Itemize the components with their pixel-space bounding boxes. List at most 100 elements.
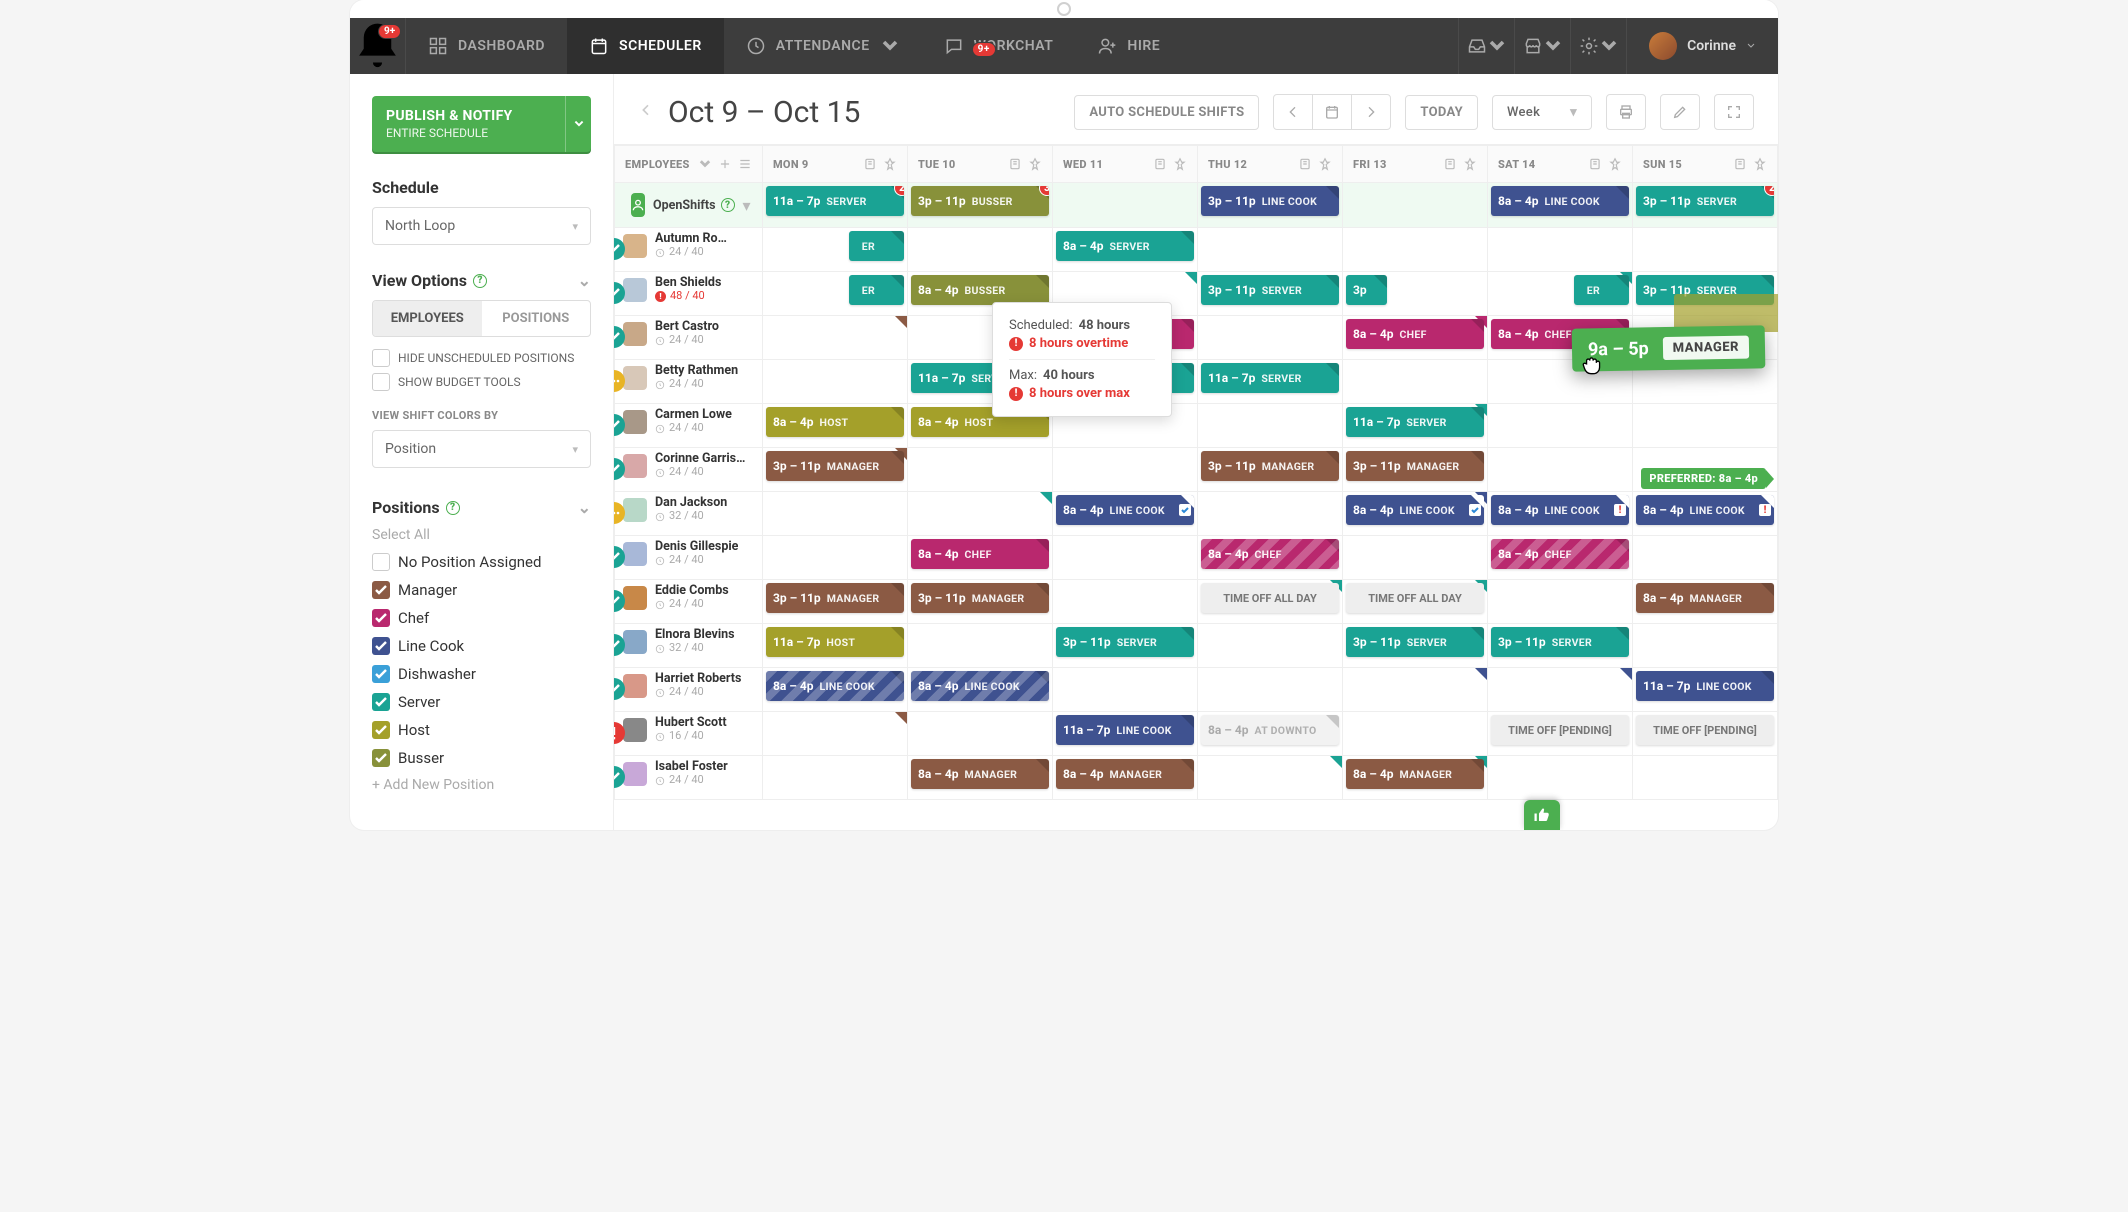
position-filter[interactable]: Busser <box>372 749 591 767</box>
shift-block[interactable]: 8a – 4pAT DOWNTO <box>1201 715 1339 745</box>
employee-cell[interactable]: Betty Rathmen 24 / 40 <box>615 360 763 404</box>
day-header[interactable]: WED 11 <box>1053 146 1198 183</box>
shift-block[interactable]: 8a – 4pMANAGER <box>1636 583 1774 613</box>
today-button[interactable]: TODAY <box>1405 95 1478 130</box>
nav-scheduler[interactable]: SCHEDULER <box>567 18 724 74</box>
pin-icon[interactable] <box>1318 157 1332 171</box>
menu-icon[interactable] <box>738 157 752 171</box>
shift-block[interactable]: 3p – 11pMANAGER <box>766 583 904 613</box>
day-cell[interactable]: 8a – 4pMANAGER <box>908 756 1053 800</box>
day-cell[interactable] <box>1053 580 1198 624</box>
day-cell[interactable]: 3p – 11pSERVER2 <box>1633 183 1778 228</box>
shift-block[interactable]: 8a – 4pLINE COOK <box>1346 495 1484 525</box>
day-cell[interactable] <box>1488 448 1633 492</box>
nav-workchat[interactable]: 9+WORKCHAT <box>922 18 1076 74</box>
pin-icon[interactable] <box>1608 157 1622 171</box>
day-cell[interactable] <box>1198 756 1343 800</box>
print-button[interactable] <box>1606 94 1646 130</box>
day-cell[interactable]: 3p <box>1343 272 1488 316</box>
day-cell[interactable]: 3p – 11pMANAGER <box>908 580 1053 624</box>
day-cell[interactable]: 3p – 11pLINE COOK <box>1198 183 1343 228</box>
shift-block[interactable]: 3p – 11pSERVER <box>1491 627 1629 657</box>
day-cell[interactable]: 8a – 4pHOST <box>763 404 908 448</box>
timeoff-block[interactable]: TIME OFF [PENDING] <box>1636 715 1774 745</box>
note-icon[interactable] <box>1298 157 1312 171</box>
day-cell[interactable] <box>908 492 1053 536</box>
employee-cell[interactable]: Dan Jackson 32 / 40 <box>615 492 763 536</box>
day-cell[interactable] <box>908 712 1053 756</box>
day-cell[interactable]: ER <box>1488 272 1633 316</box>
day-cell[interactable] <box>1343 668 1488 712</box>
day-cell[interactable] <box>1343 536 1488 580</box>
nav-attendance[interactable]: ATTENDANCE <box>724 18 922 74</box>
shift-block[interactable]: 8a – 4pBUSSER <box>911 275 1049 305</box>
day-cell[interactable]: 3p – 11pBUSSER3 <box>908 183 1053 228</box>
day-cell[interactable]: TIME OFF [PENDING] <box>1633 712 1778 756</box>
day-cell[interactable]: 3p – 11pSERVER <box>1343 624 1488 668</box>
day-cell[interactable]: 8a – 4pLINE COOK <box>1343 492 1488 536</box>
shift-block[interactable]: 3p – 11pSERVER <box>1346 627 1484 657</box>
day-cell[interactable]: TIME OFF ALL DAY <box>1198 580 1343 624</box>
employee-cell[interactable]: Hubert Scott 16 / 40 <box>615 712 763 756</box>
day-cell[interactable]: 8a – 4pCHEF <box>1198 536 1343 580</box>
day-cell[interactable]: 3p – 11pSERVER <box>1488 624 1633 668</box>
day-cell[interactable]: 3p – 11pMANAGER <box>763 580 908 624</box>
day-cell[interactable] <box>1198 316 1343 360</box>
day-cell[interactable] <box>1343 228 1488 272</box>
day-cell[interactable] <box>763 712 908 756</box>
day-cell[interactable] <box>1488 668 1633 712</box>
day-cell[interactable]: 8a – 4pMANAGER <box>1633 580 1778 624</box>
day-cell[interactable]: 8a – 4pCHEF <box>1488 536 1633 580</box>
shift-block[interactable]: 8a – 4pHOST <box>766 407 904 437</box>
shift-block[interactable]: 3p – 11pBUSSER3 <box>911 186 1049 216</box>
employee-cell[interactable]: Carmen Lowe 24 / 40 <box>615 404 763 448</box>
day-cell[interactable]: 8a – 4pCHEF <box>908 536 1053 580</box>
note-icon[interactable] <box>863 157 877 171</box>
shift-block[interactable]: 8a – 4pCHEF <box>1491 539 1629 569</box>
position-filter[interactable]: No Position Assigned <box>372 553 591 571</box>
employee-cell[interactable]: Bert Castro 24 / 40 <box>615 316 763 360</box>
position-filter[interactable]: Manager <box>372 581 591 599</box>
store-button[interactable] <box>1514 18 1570 74</box>
option-checkbox[interactable]: HIDE UNSCHEDULED POSITIONS <box>372 349 591 367</box>
shift-block[interactable]: 8a – 4pLINE COOK <box>1056 495 1194 525</box>
day-cell[interactable]: 3p – 11pMANAGER <box>1343 448 1488 492</box>
option-checkbox[interactable]: SHOW BUDGET TOOLS <box>372 373 591 391</box>
day-header[interactable]: SAT 14 <box>1488 146 1633 183</box>
day-cell[interactable] <box>763 536 908 580</box>
calendar-picker-button[interactable] <box>1312 94 1352 130</box>
positions-section-title[interactable]: Positions? ⌄ <box>372 498 591 517</box>
back-button[interactable] <box>638 102 654 122</box>
day-cell[interactable] <box>1633 536 1778 580</box>
day-cell[interactable] <box>1198 624 1343 668</box>
user-menu[interactable]: Corinne <box>1626 18 1778 74</box>
shift-block[interactable]: 11a – 7pSERVER2 <box>766 186 904 216</box>
shift-block[interactable]: 11a – 7pLINE COOK <box>1056 715 1194 745</box>
day-cell[interactable]: 3p – 11pSERVER <box>1053 624 1198 668</box>
day-cell[interactable] <box>1053 668 1198 712</box>
fullscreen-button[interactable] <box>1714 94 1754 130</box>
day-cell[interactable]: 8a – 4pLINE COOK <box>1488 183 1633 228</box>
day-cell[interactable] <box>1053 448 1198 492</box>
day-cell[interactable]: TIME OFF [PENDING] <box>1488 712 1633 756</box>
day-cell[interactable]: 11a – 7pSERVER <box>1198 360 1343 404</box>
publish-notify-button[interactable]: PUBLISH & NOTIFY ENTIRE SCHEDULE <box>372 96 591 152</box>
day-header[interactable]: FRI 13 <box>1343 146 1488 183</box>
day-cell[interactable] <box>1488 580 1633 624</box>
day-cell[interactable] <box>1343 712 1488 756</box>
day-cell[interactable]: 8a – 4pLINE COOK <box>1053 492 1198 536</box>
pin-icon[interactable] <box>1753 157 1767 171</box>
day-cell[interactable]: 11a – 7pSERVER2 <box>763 183 908 228</box>
day-cell[interactable] <box>1633 404 1778 448</box>
employee-cell[interactable]: Isabel Foster 24 / 40 <box>615 756 763 800</box>
day-cell[interactable] <box>908 228 1053 272</box>
select-all-link[interactable]: Select All <box>372 527 591 543</box>
view-options-title[interactable]: View Options? ⌄ <box>372 271 591 290</box>
shift-block[interactable]: 3p – 11pMANAGER <box>911 583 1049 613</box>
feedback-button[interactable] <box>1524 800 1560 830</box>
day-cell[interactable]: ER <box>763 272 908 316</box>
prev-week-button[interactable] <box>1273 94 1313 130</box>
shift-block[interactable]: 8a – 4pMANAGER <box>911 759 1049 789</box>
day-cell[interactable] <box>763 756 908 800</box>
note-icon[interactable] <box>1733 157 1747 171</box>
